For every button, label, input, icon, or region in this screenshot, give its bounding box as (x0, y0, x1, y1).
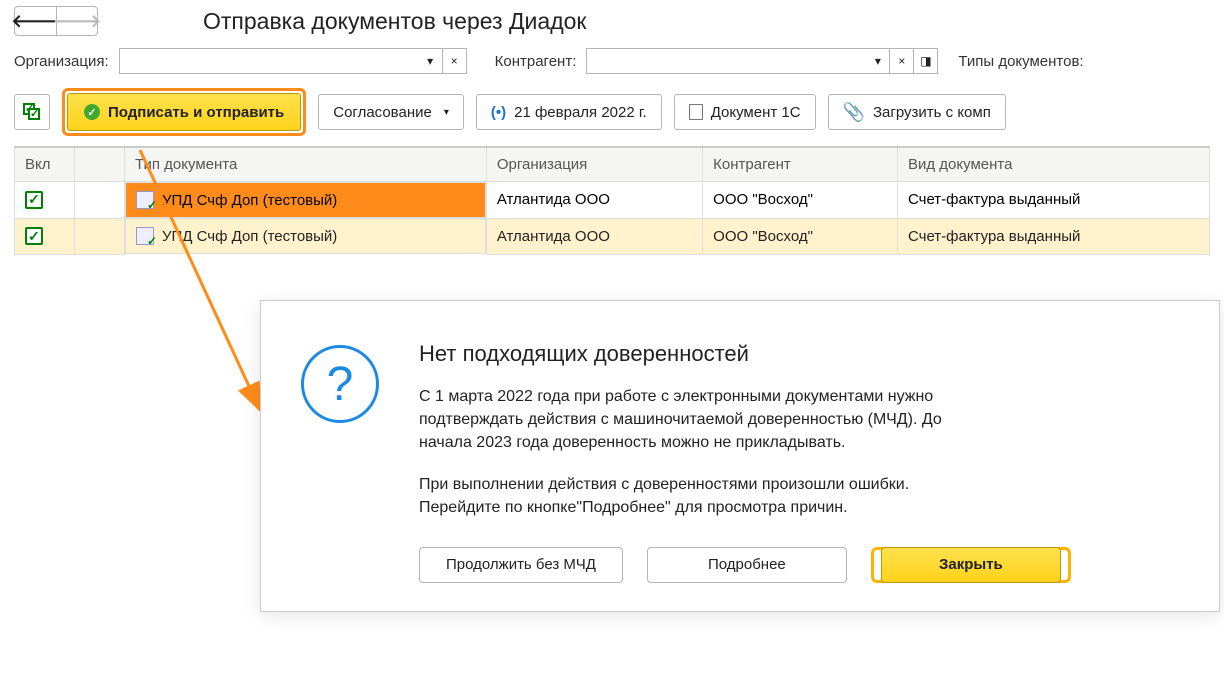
row-spacer (75, 218, 125, 254)
col-vkl[interactable]: Вкл (15, 147, 75, 182)
row-checkbox[interactable]: ✓ (25, 227, 43, 245)
approval-button[interactable]: Согласование ▾ (318, 94, 464, 130)
question-icon: ? (301, 345, 379, 423)
doc-status-icon (136, 227, 154, 245)
doc1c-button[interactable]: Документ 1С (674, 94, 816, 130)
cell-org: Атлантида ООО (486, 218, 702, 254)
page-title: Отправка документов через Диадок (203, 8, 586, 35)
partner-input[interactable] (586, 48, 866, 74)
partner-dropdown-button[interactable]: ▾ (866, 48, 890, 74)
details-button[interactable]: Подробнее (647, 547, 847, 583)
col-org[interactable]: Организация (486, 147, 702, 182)
table-row[interactable]: ✓ УПД Счф Доп (тестовый) Атлантида ООО О… (15, 218, 1210, 254)
cell-partner: ООО "Восход" (703, 182, 898, 219)
row-spacer (75, 182, 125, 219)
approval-label: Согласование (333, 104, 432, 121)
cell-doc-type: УПД Счф Доп (тестовый) (162, 192, 337, 209)
continue-without-poa-button[interactable]: Продолжить без МЧД (419, 547, 623, 583)
back-button[interactable]: 🡐 (14, 6, 56, 36)
close-button-highlight: Закрыть (871, 547, 1071, 583)
partner-clear-button[interactable]: × (890, 48, 914, 74)
cell-partner: ООО "Восход" (703, 218, 898, 254)
partner-combo: ▾ × ◨ (586, 48, 938, 74)
partner-open-button[interactable]: ◨ (914, 48, 938, 74)
cell-org: Атлантида ООО (486, 182, 702, 219)
check-circle-icon: ✓ (84, 104, 100, 120)
table-row[interactable]: ✓ УПД Счф Доп (тестовый) Атлантида ООО О… (15, 182, 1210, 219)
doctypes-label: Типы документов: (958, 53, 1083, 70)
dialog-para-1: С 1 марта 2022 года при работе с электро… (419, 385, 979, 455)
no-poa-dialog: ? Нет подходящих доверенностей С 1 марта… (260, 300, 1220, 612)
doc-status-icon (136, 191, 154, 209)
document-icon (689, 104, 703, 120)
forward-button[interactable]: 🡒 (56, 6, 98, 36)
row-checkbox[interactable]: ✓ (25, 191, 43, 209)
col-doc-type[interactable]: Тип документа (125, 147, 487, 182)
signal-icon: (•) (491, 104, 506, 121)
dialog-title: Нет подходящих доверенностей (419, 341, 979, 367)
paperclip-icon: 📎 (843, 102, 865, 123)
documents-table: Вкл Тип документа Организация Контрагент… (14, 146, 1210, 255)
col-blank (75, 147, 125, 182)
org-input[interactable] (119, 48, 419, 74)
org-clear-button[interactable]: × (443, 48, 467, 74)
cell-doc-kind: Счет-фактура выданный (897, 218, 1209, 254)
col-doc-kind[interactable]: Вид документа (897, 147, 1209, 182)
close-button[interactable]: Закрыть (881, 547, 1061, 583)
cell-doc-type: УПД Счф Доп (тестовый) (162, 228, 337, 245)
sign-send-button[interactable]: ✓ Подписать и отправить (67, 93, 301, 131)
sign-send-label: Подписать и отправить (108, 104, 284, 121)
date-button[interactable]: (•) 21 февраля 2022 г. (476, 94, 662, 130)
col-partner[interactable]: Контрагент (703, 147, 898, 182)
check-all-button[interactable] (14, 94, 50, 130)
org-combo: ▾ × (119, 48, 467, 74)
doc1c-label: Документ 1С (711, 104, 801, 121)
org-label: Организация: (14, 53, 109, 70)
partner-label: Контрагент: (495, 53, 577, 70)
upload-button[interactable]: 📎 Загрузить с комп (828, 94, 1006, 130)
date-label: 21 февраля 2022 г. (514, 104, 647, 121)
cell-doc-kind: Счет-фактура выданный (897, 182, 1209, 219)
org-dropdown-button[interactable]: ▾ (419, 48, 443, 74)
check-all-icon (23, 103, 41, 121)
dialog-para-2: При выполнении действия с доверенностями… (419, 473, 979, 519)
sign-send-highlight: ✓ Подписать и отправить (62, 88, 306, 136)
chevron-down-icon: ▾ (444, 107, 449, 118)
upload-label: Загрузить с комп (873, 104, 991, 121)
nav-buttons: 🡐 🡒 (14, 6, 98, 36)
